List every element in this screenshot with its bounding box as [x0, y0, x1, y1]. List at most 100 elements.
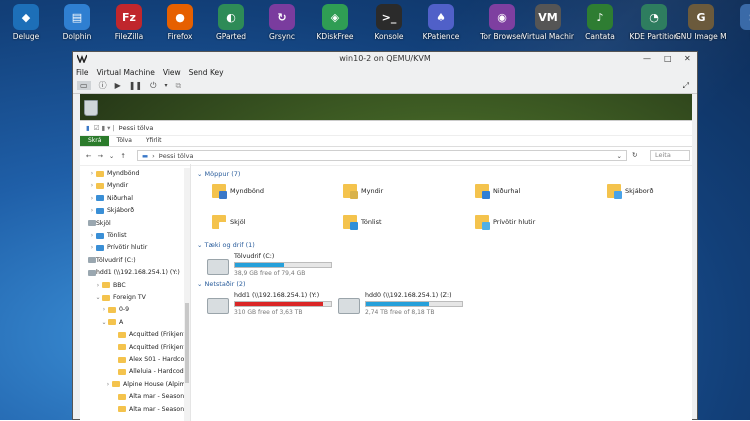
desktop-icon[interactable]: VM Virtual Machine [522, 4, 574, 41]
folder-item[interactable]: Tónlist [343, 215, 382, 230]
nav-item[interactable]: ⌄ A [100, 317, 123, 328]
folder-item[interactable]: Skjáborð [607, 184, 653, 199]
forward-icon[interactable]: → [97, 152, 102, 160]
section-network-header[interactable]: ⌄ Netstaðir (2) [197, 280, 246, 288]
pause-icon[interactable]: ❚❚ [129, 81, 142, 90]
nav-item[interactable]: ›Skjöl [88, 218, 111, 229]
nav-item[interactable]: › Tónlist [88, 230, 127, 241]
nav-expand-icon[interactable]: › [104, 381, 112, 388]
info-icon[interactable]: ⓘ [99, 80, 107, 91]
vm-titlebar[interactable]: win10-2 on QEMU/KVM — □ ✕ [73, 52, 697, 66]
nav-expand-icon[interactable]: › [88, 207, 96, 214]
folder-icon [118, 406, 126, 413]
nav-item[interactable]: Alta mar - Season 2 Co [110, 404, 190, 415]
drive-free-space: 2,74 TB free of 8,18 TB [365, 309, 435, 316]
nav-item[interactable]: › BBC [94, 280, 126, 291]
address-text: Þessi tölva [158, 151, 194, 160]
nav-item[interactable]: › Skjáborð [88, 205, 134, 216]
drive-item[interactable]: hdd1 (\\192.168.254.1) (Y:) 310 GB free o… [207, 292, 342, 320]
snapshot-icon[interactable]: ⧉ [175, 81, 181, 91]
refresh-icon[interactable]: ↻ [632, 151, 637, 159]
nav-item[interactable]: › Myndir [88, 180, 128, 191]
desktop-icon[interactable]: G GNU Image Manipula [675, 4, 727, 41]
menu-send-key[interactable]: Send Key [189, 68, 224, 77]
menu-virtual-machine[interactable]: Virtual Machine [97, 68, 155, 77]
nav-item[interactable]: › Niðurhal [88, 193, 133, 204]
navigation-scrollbar-thumb[interactable] [185, 303, 189, 383]
nav-item[interactable]: › Alpine House (Alpimaj [104, 379, 190, 390]
nav-item[interactable]: › 0-9 [100, 304, 129, 315]
ribbon-view-tab[interactable]: Yfirlit [139, 136, 169, 146]
desktop-icon[interactable]: ◈ KDiskFree [309, 4, 361, 41]
nav-item[interactable]: › Myndbönd [88, 168, 140, 179]
nav-expand-icon[interactable]: ⌄ [100, 319, 108, 326]
play-icon[interactable]: ▶ [115, 81, 121, 90]
search-input[interactable]: Leita [650, 150, 690, 161]
up-icon[interactable]: ↑ [120, 152, 125, 160]
menu-view[interactable]: View [163, 68, 181, 77]
section-network-label: Netstaðir (2) [204, 280, 246, 288]
navigation-scrollbar[interactable] [184, 168, 190, 421]
guest-display[interactable]: ▮ ☑ ▮ ▾ | Þessi tölva Skrá Tölva Yfirlit… [80, 94, 692, 421]
nav-item[interactable]: ⌄hdd1 (\\192.168.254.1) (Y:) [88, 267, 180, 278]
close-icon[interactable]: ✕ [684, 54, 691, 63]
dropdown-icon[interactable]: ▾ [164, 82, 167, 89]
nav-expand-icon[interactable]: › [100, 306, 108, 313]
desktop-icon[interactable]: Fz FileZilla [103, 4, 155, 41]
desktop-icon[interactable]: ↻ Grsync [256, 4, 308, 41]
explorer-titlebar[interactable]: ▮ ☑ ▮ ▾ | Þessi tölva [80, 121, 692, 136]
console-icon[interactable]: ▭ [77, 81, 91, 90]
nav-item[interactable]: ⌄ Foreign TV [94, 292, 145, 303]
quick-access-toolbar[interactable]: ☑ ▮ ▾ | [94, 124, 115, 132]
nav-expand-icon[interactable]: › [88, 170, 96, 177]
ribbon-computer-tab[interactable]: Tölva [109, 136, 138, 146]
desktop-icon-label: GParted [216, 32, 246, 41]
nav-expand-icon[interactable]: › [88, 244, 96, 251]
nav-expand-icon[interactable]: › [88, 232, 96, 239]
power-icon[interactable]: ⏻ [150, 81, 156, 91]
folder-item[interactable]: Myndir [343, 184, 383, 199]
nav-expand-icon[interactable]: › [88, 182, 96, 189]
nav-item[interactable]: Alleluia - Hardcoded E [110, 366, 190, 377]
drive-item[interactable]: hdd0 (\\192.168.254.1) (Z:) 2,74 TB free … [338, 292, 473, 320]
folder-item[interactable]: Niðurhal [475, 184, 520, 199]
nav-item[interactable]: Alta mar - Season 1 Co [110, 391, 190, 402]
desktop-icon-label: KDE Partition [629, 32, 679, 41]
desktop-icon[interactable]: ◆ Deluge [0, 4, 52, 41]
music-folder-icon [96, 232, 104, 239]
nav-item[interactable]: Alex S01 - Hardcoded E [110, 354, 190, 365]
nav-item[interactable]: Acquitted (Frikjent) S02 [110, 342, 190, 353]
nav-item[interactable]: › Prívötir hlutir [88, 242, 147, 253]
ribbon-file-tab[interactable]: Skrá [80, 136, 110, 146]
desktop-icon[interactable]: ♠ KPatience [415, 4, 467, 41]
desktop-icon[interactable]: ◐ GParted [205, 4, 257, 41]
fullscreen-icon[interactable]: ⤢ [683, 81, 689, 91]
recent-dropdown-icon[interactable]: ⌄ [109, 152, 114, 160]
section-folders-header[interactable]: ⌄ Möppur (7) [197, 170, 240, 178]
address-dropdown-icon[interactable]: ⌄ [617, 152, 622, 160]
desktop-icon[interactable]: >_ Konsole [363, 4, 415, 41]
nav-expand-icon[interactable]: › [94, 282, 102, 289]
recycle-bin-icon[interactable] [84, 100, 98, 116]
menu-file[interactable]: File [76, 68, 89, 77]
nav-item-label: hdd1 (\\192.168.254.1) (Y:) [96, 269, 180, 277]
desktop-icon[interactable]: SS [727, 4, 750, 41]
folder-item[interactable]: Myndbönd [212, 184, 264, 199]
nav-expand-icon[interactable]: ⌄ [94, 294, 102, 301]
nav-expand-icon[interactable]: › [88, 195, 96, 202]
back-icon[interactable]: ← [86, 152, 91, 160]
desktop-icon[interactable]: ◔ KDE Partition [628, 4, 680, 41]
desktop-icon[interactable]: ◉ Tor Browser [476, 4, 528, 41]
address-bar[interactable]: ▬ › Þessi tölva ⌄ [137, 150, 627, 161]
drive-item[interactable]: Tölvudrif (C:) 38,9 GB free of 79,4 GB [207, 253, 342, 281]
section-drives-header[interactable]: ⌄ Tæki og drif (1) [197, 241, 255, 249]
minimize-icon[interactable]: — [643, 54, 651, 63]
nav-item[interactable]: Acquitted (Frikjent) S01 [110, 329, 190, 340]
desktop-icon[interactable]: ▤ Dolphin [51, 4, 103, 41]
desktop-icon[interactable]: ♪ Cantata [574, 4, 626, 41]
maximize-icon[interactable]: □ [664, 54, 672, 63]
nav-item[interactable]: ›Tölvudrif (C:) [88, 255, 136, 266]
desktop-icon[interactable]: ● Firefox [154, 4, 206, 41]
folder-item[interactable]: Skjöl [212, 215, 245, 230]
folder-item[interactable]: Prívötir hlutir [475, 215, 535, 230]
